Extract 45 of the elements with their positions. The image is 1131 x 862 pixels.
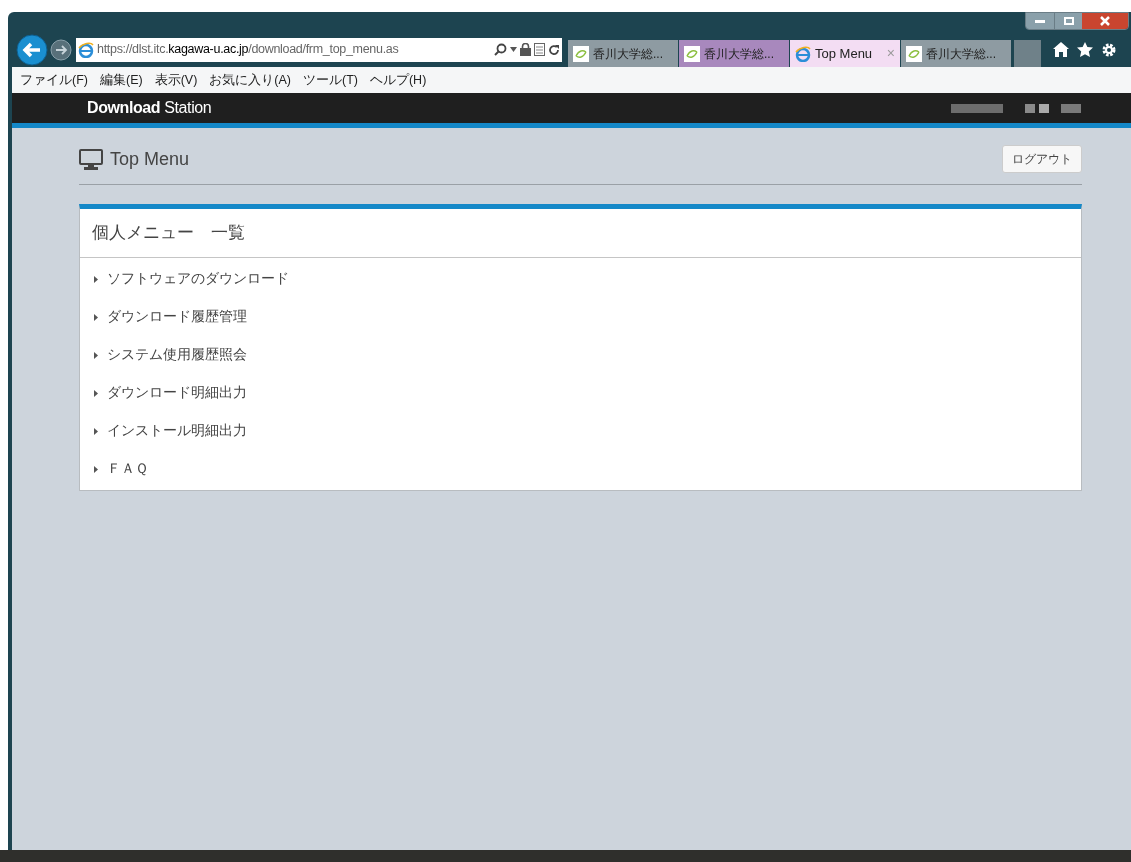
- settings-icon[interactable]: [1101, 41, 1117, 58]
- page-title: Top Menu: [110, 147, 190, 171]
- caret-icon: [94, 313, 98, 321]
- browser-tab[interactable]: 香川大学総...: [568, 40, 678, 67]
- menu-link[interactable]: ソフトウェアのダウンロード: [107, 268, 289, 290]
- menu-link[interactable]: ダウンロード明細出力: [107, 382, 247, 404]
- browser-logo-icon: [795, 45, 811, 62]
- monitor-icon: [79, 148, 103, 170]
- brand-text: Download Station: [87, 98, 212, 118]
- star-icon[interactable]: [1077, 42, 1093, 57]
- panel-title: 個人メニュー 一覧: [92, 222, 245, 245]
- site-logo-icon: [684, 45, 700, 62]
- caret-icon: [94, 275, 98, 283]
- refresh-icon: [548, 43, 560, 56]
- menu-link[interactable]: ＦＡＱ: [107, 458, 148, 480]
- site-logo-icon: [573, 45, 589, 62]
- menu-item[interactable]: ヘルプ(H): [369, 70, 427, 90]
- menu-item[interactable]: お気に入り(A): [209, 70, 291, 90]
- menu-item[interactable]: ツール(T): [303, 70, 358, 90]
- caret-icon: [94, 465, 98, 473]
- menu-item[interactable]: ファイル(F): [20, 70, 88, 90]
- page-icon: [534, 43, 545, 56]
- home-icon[interactable]: [1053, 42, 1069, 57]
- browser-logo-icon: [78, 41, 94, 58]
- menu-link[interactable]: インストール明細出力: [107, 420, 247, 442]
- caret-icon: [94, 427, 98, 435]
- search-icon: [494, 43, 507, 56]
- menu-link[interactable]: システム使用履歴照会: [107, 344, 247, 366]
- site-logo-icon: [906, 45, 922, 62]
- caret-icon: [94, 389, 98, 397]
- forward-icon[interactable]: [50, 38, 72, 61]
- window-controls-drawing[interactable]: [1025, 12, 1129, 30]
- url-text: https://dlst.itc.kagawa-u.ac.jp/download/frm_top_menu.as: [97, 41, 399, 59]
- dropdown-icon: [510, 47, 517, 52]
- menu-link[interactable]: ダウンロード履歴管理: [107, 306, 247, 328]
- browser-tab[interactable]: 香川大学総...: [679, 40, 789, 67]
- caret-icon: [94, 351, 98, 359]
- browser-tab[interactable]: Top Menu ×: [790, 40, 900, 67]
- lock-icon: [520, 43, 531, 56]
- browser-tab[interactable]: 香川大学総...: [901, 40, 1011, 67]
- menu-item[interactable]: 表示(V): [154, 70, 198, 90]
- address-bar[interactable]: https://dlst.itc.kagawa-u.ac.jp/download/frm_top_menu.as: [76, 37, 562, 62]
- back-icon[interactable]: [16, 33, 48, 66]
- menu-item[interactable]: 編集(E): [99, 70, 143, 90]
- logout-button[interactable]: ログアウト: [1002, 145, 1082, 173]
